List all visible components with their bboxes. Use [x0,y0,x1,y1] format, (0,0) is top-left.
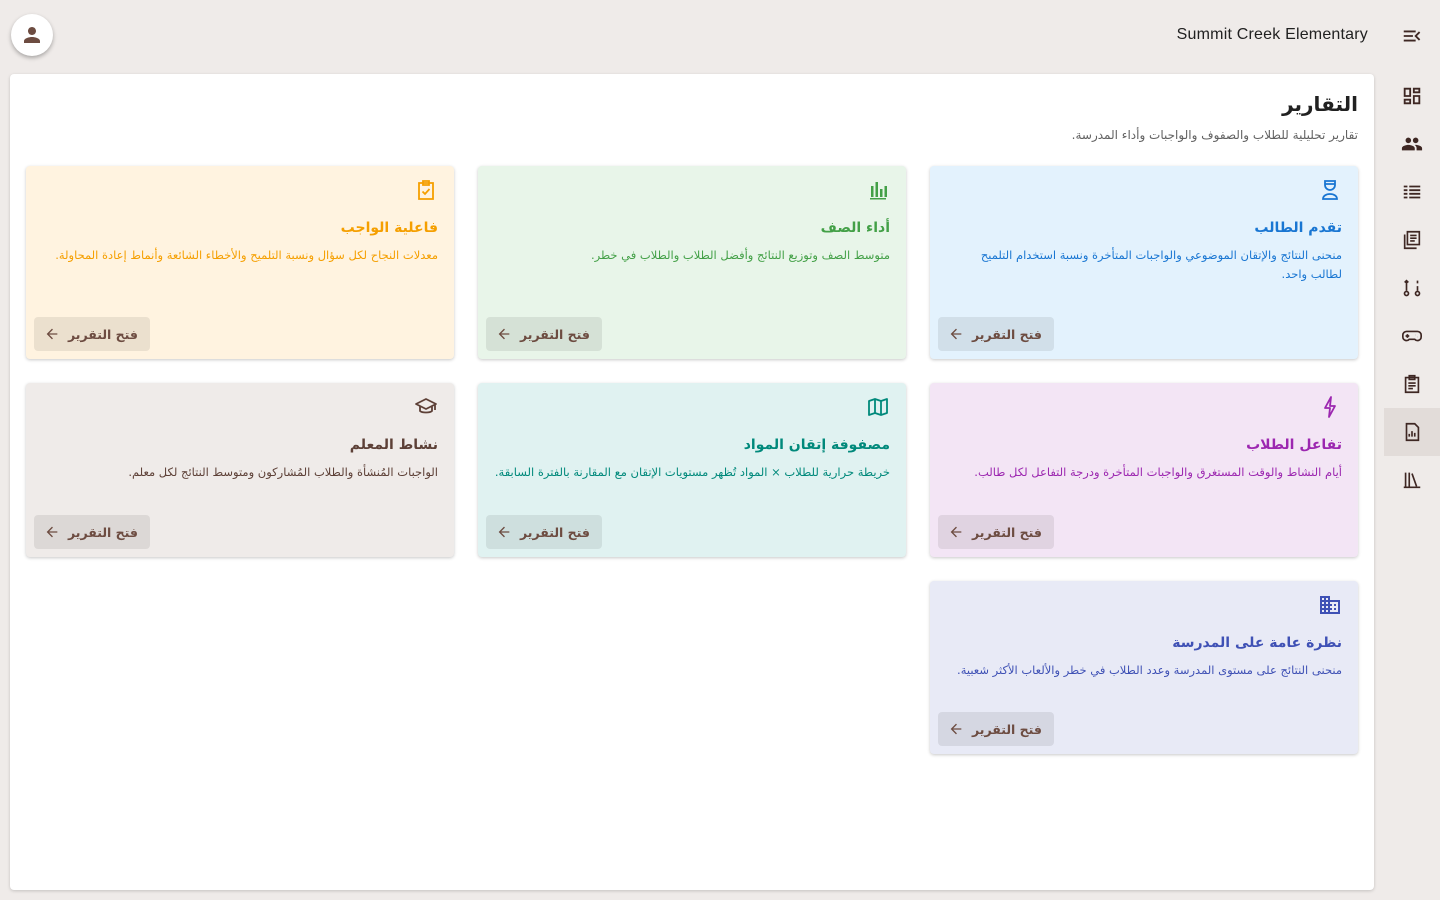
map-icon [868,398,888,416]
school-name: Summit Creek Elementary [1176,26,1368,43]
card-title: تقدم الطالب [1254,220,1342,236]
report-card-subject-mastery-matrix[interactable]: مصفوفة إتقان المواد خريطة حرارية للطلاب … [478,383,906,557]
menu-toggle-button[interactable] [1400,24,1424,48]
arrow-left-icon [498,328,510,340]
card-description: أيام النشاط والوقت المستغرق والواجبات ال… [974,465,1342,479]
open-report-label: فتح التقرير [68,326,138,342]
arrow-left-icon [46,526,58,538]
list-icon [1403,185,1421,199]
library-books-icon [1403,230,1421,250]
open-report-button[interactable]: فتح التقرير [938,317,1054,351]
nav-list[interactable] [1384,168,1440,216]
nav-library-books[interactable] [1384,216,1440,264]
arrow-left-icon [46,328,58,340]
school-icon [415,398,437,414]
report-card-assignment-effectiveness[interactable]: فاعلية الواجب معدلات النجاح لكل سؤال ونس… [26,166,454,359]
person-icon [24,27,40,43]
open-report-label: فتح التقرير [68,524,138,540]
nav-route[interactable] [1384,264,1440,312]
report-card-student-progress[interactable]: تقدم الطالب منحنى النتائج والإتقان الموض… [930,166,1358,359]
bar-chart-icon [870,182,887,200]
nav-games[interactable] [1384,312,1440,360]
card-title: نظرة عامة على المدرسة [1172,635,1342,651]
card-description: منحنى النتائج والإتقان الموضوعي والواجبا… [980,248,1342,281]
report-card-student-engagement[interactable]: تفاعل الطلاب أيام النشاط والوقت المستغرق… [930,383,1358,557]
open-report-button[interactable]: فتح التقرير [486,317,602,351]
report-icon [1405,422,1420,442]
main-content: التقارير تقارير تحليلية للطلاب والصفوف و… [10,74,1374,890]
open-report-button[interactable]: فتح التقرير [34,515,150,549]
nav-library[interactable] [1384,456,1440,504]
card-description: الواجبات المُنشأة والطلاب المُشاركون ومت… [128,465,438,479]
bolt-icon [1324,396,1336,418]
people-icon [1401,137,1423,151]
card-description: خريطة حرارية للطلاب × المواد تُظهر مستوي… [494,465,890,479]
arrow-left-icon [498,526,510,538]
library-icon [1403,472,1421,489]
open-report-label: فتح التقرير [972,721,1042,737]
user-avatar-button[interactable] [11,14,53,56]
card-description: منحنى النتائج على مستوى المدرسة وعدد الط… [957,663,1342,677]
card-description: متوسط الصف وتوزيع النتائج وأفضل الطلاب و… [590,248,890,262]
nav-reports[interactable] [1384,408,1440,456]
page-title: التقارير [1282,92,1358,116]
student-icon [1322,180,1338,200]
open-report-label: فتح التقرير [972,326,1042,342]
assignment-icon [1404,374,1420,394]
route-icon [1403,279,1421,297]
nav-dashboard[interactable] [1384,72,1440,120]
open-report-button[interactable]: فتح التقرير [938,515,1054,549]
nav-assignments[interactable] [1384,360,1440,408]
open-report-label: فتح التقرير [520,524,590,540]
open-report-button[interactable]: فتح التقرير [486,515,602,549]
open-report-button[interactable]: فتح التقرير [938,712,1054,746]
arrow-left-icon [950,526,962,538]
open-report-button[interactable]: فتح التقرير [34,317,150,351]
card-title: تفاعل الطلاب [1246,437,1342,453]
card-title: مصفوفة إتقان المواد [743,437,890,453]
arrow-left-icon [950,328,962,340]
navigation-rail [1384,72,1440,504]
menu-open-icon [1403,30,1421,42]
gamepad-icon [1402,330,1422,342]
nav-people[interactable] [1384,120,1440,168]
page-subtitle: تقارير تحليلية للطلاب والصفوف والواجبات … [1071,128,1358,142]
card-title: نشاط المعلم [349,437,438,453]
open-report-label: فتح التقرير [520,326,590,342]
reports-grid: تقدم الطالب منحنى النتائج والإتقان الموض… [26,166,1358,754]
dashboard-icon [1403,87,1421,105]
card-title: أداء الصف [820,220,890,236]
building-icon [1320,596,1340,614]
card-description: معدلات النجاح لكل سؤال ونسبة التلميح وال… [55,248,438,262]
card-title: فاعلية الواجب [340,220,438,236]
report-card-teacher-activity[interactable]: نشاط المعلم الواجبات المُنشأة والطلاب ال… [26,383,454,557]
report-card-class-performance[interactable]: أداء الصف متوسط الصف وتوزيع النتائج وأفض… [478,166,906,359]
open-report-label: فتح التقرير [972,524,1042,540]
arrow-left-icon [950,723,962,735]
assignment-check-icon [418,180,434,200]
report-card-school-overview[interactable]: نظرة عامة على المدرسة منحنى النتائج على … [930,581,1358,754]
